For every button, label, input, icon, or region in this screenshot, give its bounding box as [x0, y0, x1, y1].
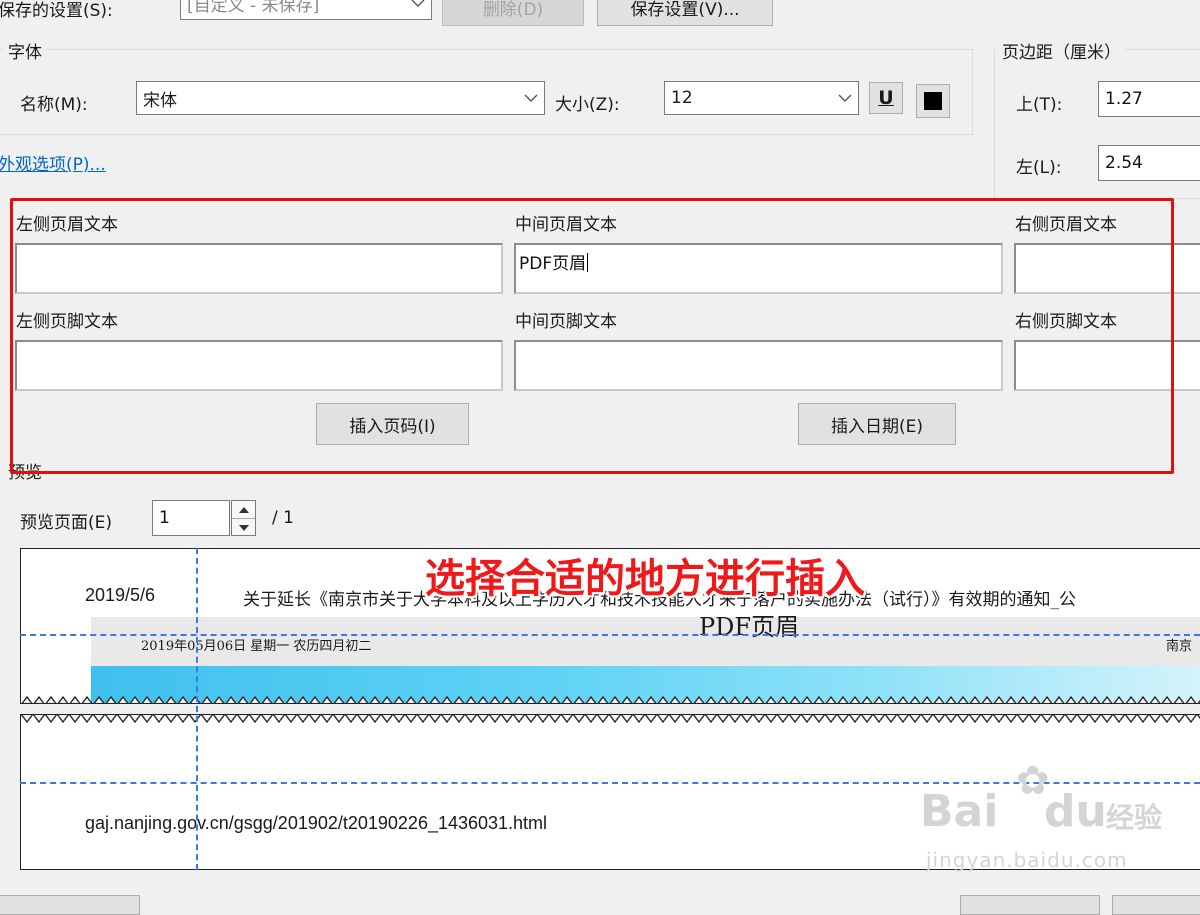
appearance-options-link[interactable]: 外观选项(P)... [0, 150, 106, 175]
margin-left-input[interactable] [1098, 145, 1200, 181]
font-name-label: 名称(M): [20, 95, 88, 115]
top-margin-guide [20, 634, 1200, 636]
font-size-label: 大小(Z): [555, 95, 620, 115]
chevron-down-icon [832, 82, 858, 114]
font-group-title: 字体 [4, 38, 46, 63]
annotation-text: 选择合适的地方进行插入 [425, 556, 865, 602]
preview-page-date-line: 2019年05月06日 星期一 农历四月初二 [141, 639, 372, 654]
color-swatch-icon [924, 92, 942, 110]
font-name-dropdown[interactable]: 宋体 [136, 81, 545, 115]
preview-date-text: 2019/5/6 [85, 585, 156, 605]
margin-left-label: 左(L): [1016, 158, 1062, 178]
chevron-down-icon [405, 0, 431, 19]
preview-page-input[interactable] [152, 500, 230, 536]
saved-settings-label: 保存的设置(S): [0, 1, 113, 21]
watermark-brand-suffix: du [1044, 786, 1107, 837]
spin-down-icon[interactable] [232, 519, 255, 536]
watermark-brand-cn: 经验 [1106, 801, 1163, 834]
save-settings-button[interactable]: 保存设置(V)... [597, 0, 773, 26]
watermark-brand: Bai [920, 786, 999, 837]
bottom-left-button[interactable] [0, 895, 140, 915]
watermark-url: jingyan.baidu.com [926, 848, 1128, 872]
font-size-dropdown[interactable]: 12 [664, 81, 859, 115]
margins-group-title: 页边距（厘米） [998, 38, 1125, 63]
underline-button[interactable]: U [869, 82, 903, 114]
font-size-value: 12 [671, 88, 693, 108]
saved-settings-value: [自定义 - 未保存] [187, 0, 320, 16]
bottom-ok-button[interactable] [960, 895, 1100, 915]
chevron-down-icon [518, 82, 544, 114]
underline-icon: U [878, 87, 894, 109]
bottom-cancel-button[interactable] [1112, 895, 1200, 915]
delete-button[interactable]: 删除(D) [442, 0, 584, 26]
preview-page-total: / 1 [272, 508, 294, 528]
font-color-button[interactable] [916, 84, 950, 118]
font-name-value: 宋体 [143, 90, 177, 111]
left-margin-guide [196, 548, 198, 870]
preview-header-text: PDF页眉 [699, 613, 800, 641]
spin-up-icon[interactable] [232, 501, 255, 519]
baidu-watermark: Bai ✿ du 经验 jingyan.baidu.com [920, 758, 1180, 878]
margin-top-input[interactable] [1098, 81, 1200, 117]
page-spinner[interactable] [231, 500, 256, 536]
preview-page-label: 预览页面(E) [20, 513, 113, 533]
margin-top-label: 上(T): [1016, 95, 1063, 115]
preview-footer-url: gaj.nanjing.gov.cn/gsgg/201902/t20190226… [85, 813, 548, 833]
saved-settings-dropdown[interactable]: [自定义 - 未保存] [180, 0, 432, 20]
preview-page-right-text: 南京 [1166, 639, 1193, 654]
highlight-box [10, 198, 1174, 474]
